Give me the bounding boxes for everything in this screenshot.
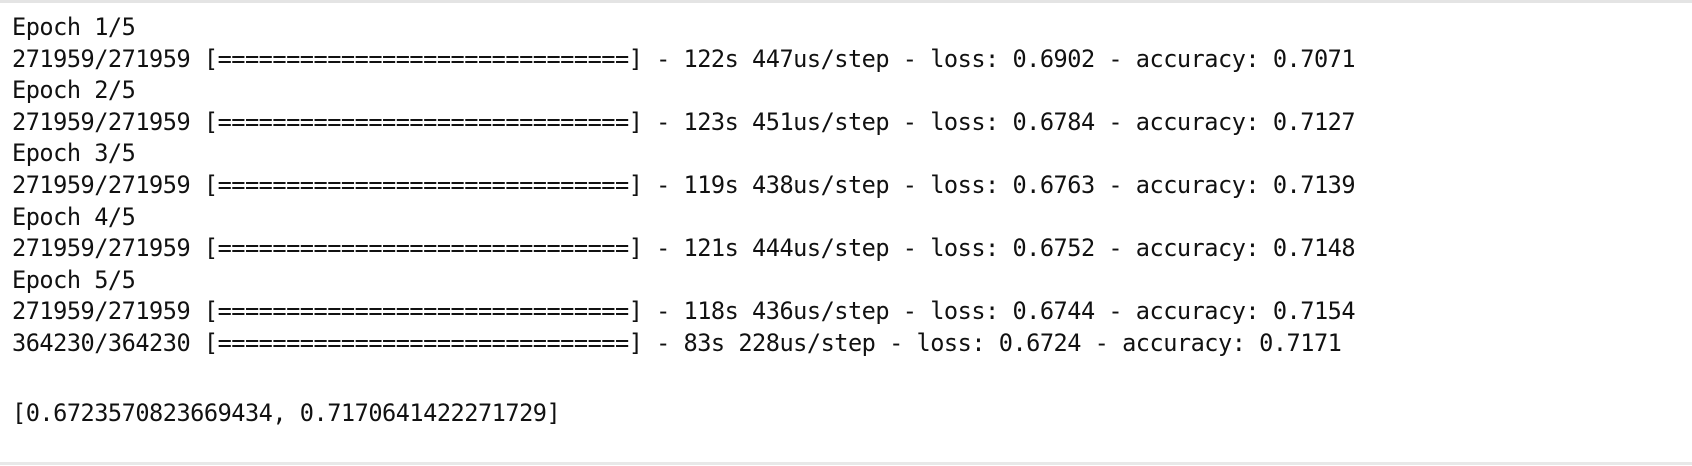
progress-line: 271959/271959 [=========================…: [12, 170, 1356, 199]
epoch-header: Epoch 3/5: [12, 139, 136, 168]
epoch-header: Epoch 5/5: [12, 265, 136, 294]
evaluation-result: [0.6723570823669434, 0.7170641422271729]: [12, 399, 561, 427]
epoch-header: Epoch 4/5: [12, 202, 136, 231]
progress-line: 271959/271959 [=========================…: [12, 44, 1356, 73]
progress-line: 271959/271959 [=========================…: [12, 297, 1356, 326]
progress-line: 271959/271959 [=========================…: [12, 107, 1356, 136]
training-log-output: Epoch 1/5 271959/271959 [================…: [12, 12, 1356, 360]
cell-output-bottom-border: [0, 462, 1692, 465]
epoch-header: Epoch 1/5: [12, 13, 136, 41]
epoch-header: Epoch 2/5: [12, 76, 136, 105]
progress-line: 271959/271959 [=========================…: [12, 234, 1356, 263]
cell-output-top-border: [0, 0, 1692, 3]
evaluation-progress-line: 364230/364230 [=========================…: [12, 328, 1342, 357]
